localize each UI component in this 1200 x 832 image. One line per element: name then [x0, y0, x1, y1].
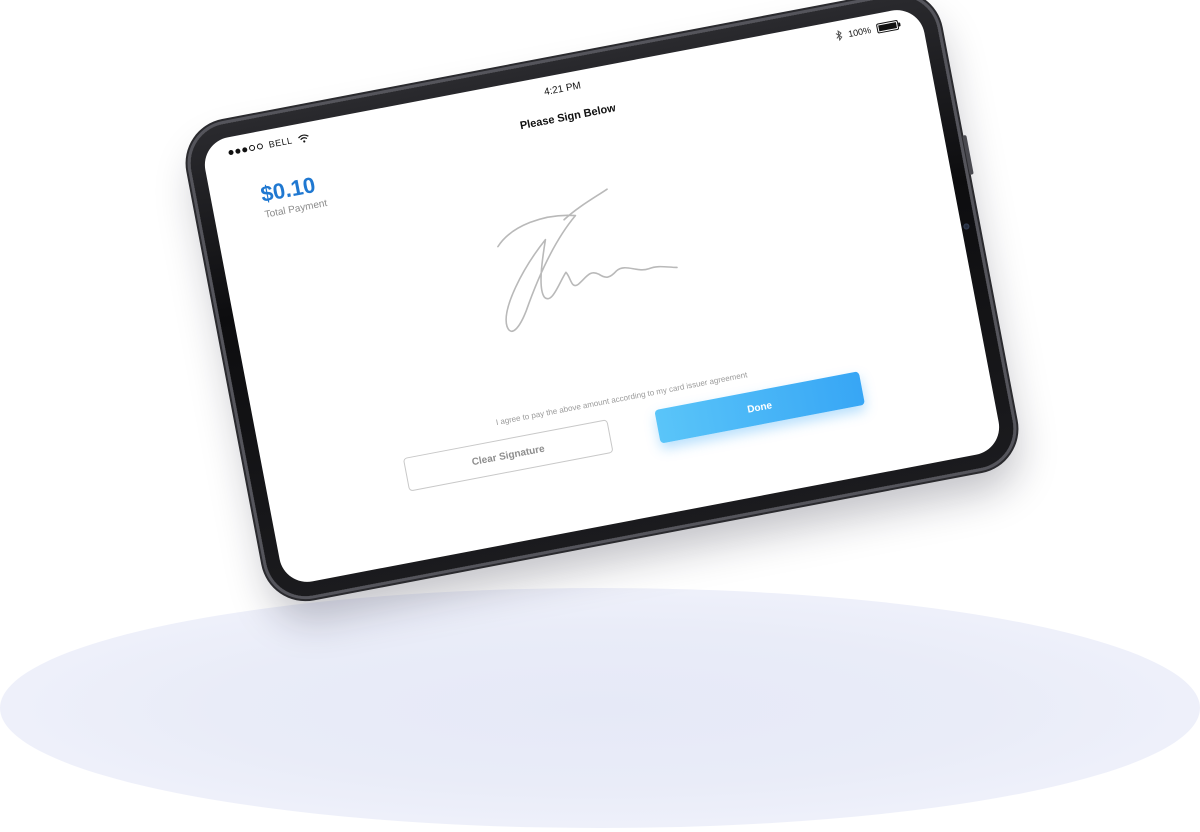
bluetooth-icon	[835, 29, 843, 42]
tablet-screen: BELL 4:21 PM 100% Please Sign Below $0.1…	[200, 5, 1004, 587]
stage: BELL 4:21 PM 100% Please Sign Below $0.1…	[0, 0, 1200, 832]
camera-icon	[962, 222, 970, 230]
volume-button	[962, 134, 974, 175]
signature-stroke	[497, 214, 678, 332]
status-time: 4:21 PM	[543, 80, 582, 99]
signature-pad[interactable]	[473, 173, 706, 350]
status-bar: BELL 4:21 PM 100%	[200, 5, 924, 166]
floor-shadow	[0, 588, 1200, 828]
status-right: 100%	[834, 19, 900, 42]
agreement-text: I agree to pay the above amount accordin…	[495, 370, 749, 428]
battery-fill	[878, 21, 897, 31]
tablet-device: BELL 4:21 PM 100% Please Sign Below $0.1…	[183, 0, 1021, 603]
